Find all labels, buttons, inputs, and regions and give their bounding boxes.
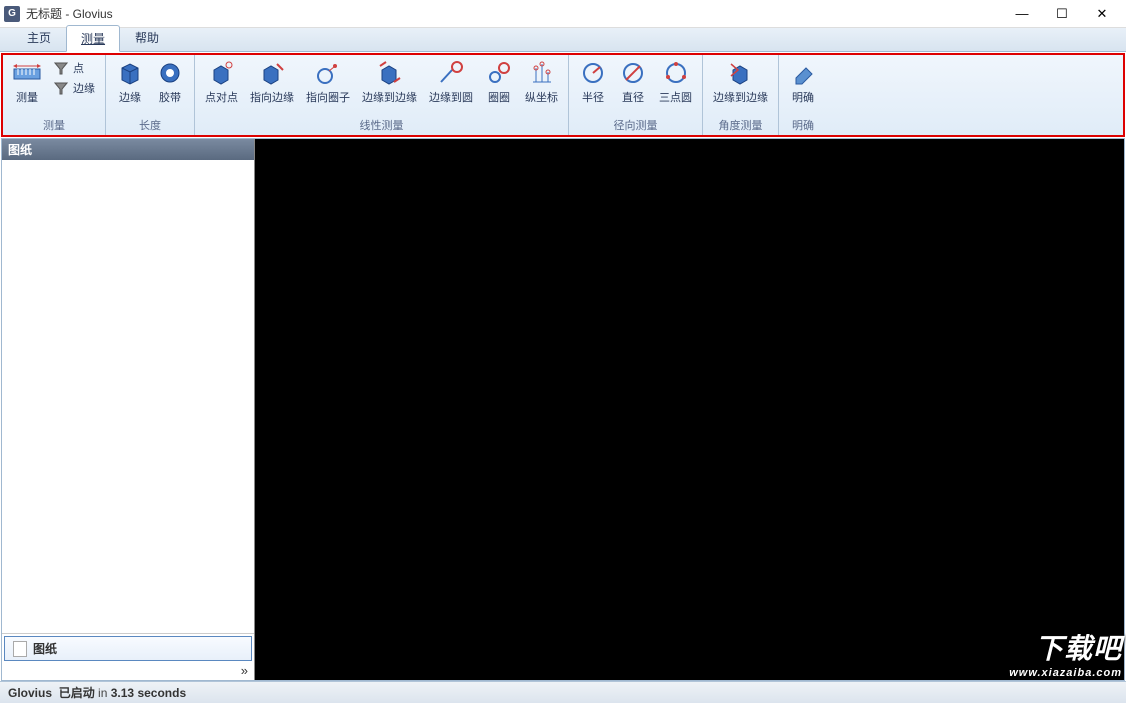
app-icon: G [4, 6, 20, 22]
ordinate-label: 纵坐标 [525, 89, 558, 105]
cube-icon [116, 59, 144, 87]
minimize-button[interactable]: — [1002, 2, 1042, 26]
viewport-3d[interactable] [255, 139, 1124, 680]
group-linear-label: 线性测量 [199, 116, 564, 135]
sidebar-tab-label: 图纸 [33, 640, 57, 657]
diameter-icon [619, 59, 647, 87]
ribbon: 测量 点 边缘 测量 边缘 胶带 [1, 53, 1125, 137]
group-angle: 边缘到边缘 角度测量 [703, 55, 779, 135]
group-radial: 半径 直径 三点圆 径向测量 [569, 55, 703, 135]
three-point-label: 三点圆 [659, 89, 692, 105]
to-circle-label: 指向圈子 [306, 89, 350, 105]
tape-button[interactable]: 胶带 [150, 57, 190, 107]
window-title: 无标题 - Glovius [26, 5, 1002, 22]
circle-button[interactable]: 圈圈 [479, 57, 519, 107]
radius-button[interactable]: 半径 [573, 57, 613, 107]
cube-angle-icon [727, 59, 755, 87]
tab-help[interactable]: 帮助 [120, 24, 174, 51]
group-measure: 测量 点 边缘 测量 [3, 55, 106, 135]
measure-label: 测量 [16, 89, 38, 105]
point-to-point-button[interactable]: 点对点 [199, 57, 244, 107]
cube-edge-icon [258, 59, 286, 87]
group-measure-label: 测量 [7, 116, 101, 135]
status-time: 3.13 [111, 686, 134, 700]
group-length: 边缘 胶带 长度 [106, 55, 195, 135]
statusbar: Glovius 已启动 in 3.13 seconds [0, 681, 1126, 703]
to-edge-label: 指向边缘 [250, 89, 294, 105]
funnel-icon [53, 80, 69, 96]
tab-home[interactable]: 主页 [12, 24, 66, 51]
point-label: 点 [73, 60, 84, 76]
ordinate-icon [528, 59, 556, 87]
ptp-label: 点对点 [205, 89, 238, 105]
status-seconds: seconds [137, 686, 186, 700]
sidebar-panel-title: 图纸 [2, 139, 254, 160]
group-angle-label: 角度测量 [707, 116, 774, 135]
edge-to-circle-label: 边缘到圆 [429, 89, 473, 105]
group-radial-label: 径向测量 [573, 116, 698, 135]
radius-label: 半径 [582, 89, 604, 105]
ruler-icon [13, 59, 41, 87]
clear-label: 明确 [792, 89, 814, 105]
cube-edge2-icon [376, 59, 404, 87]
sidebar: 图纸 图纸 » [2, 139, 255, 680]
cube-point-icon [208, 59, 236, 87]
edge-to-edge-label: 边缘到边缘 [362, 89, 417, 105]
edge-length-button[interactable]: 边缘 [110, 57, 150, 107]
target-icon [156, 59, 184, 87]
circle-label: 圈圈 [488, 89, 510, 105]
status-app: Glovius [8, 686, 52, 700]
ordinate-button[interactable]: 纵坐标 [519, 57, 564, 107]
close-button[interactable]: ✕ [1082, 2, 1122, 26]
document-icon [13, 641, 27, 657]
sidebar-panel-body [2, 160, 254, 634]
angle-edge-to-edge-button[interactable]: 边缘到边缘 [707, 57, 774, 107]
tab-measure[interactable]: 测量 [66, 25, 120, 52]
line-circle-icon [437, 59, 465, 87]
status-started: 已启动 [59, 684, 95, 701]
point-button[interactable]: 点 [49, 59, 99, 77]
angle-e2e-label: 边缘到边缘 [713, 89, 768, 105]
edge-filter-label: 边缘 [73, 80, 95, 96]
sidebar-tab-drawings[interactable]: 图纸 [4, 636, 252, 661]
tape-label: 胶带 [159, 89, 181, 105]
content-area: 图纸 图纸 » [1, 138, 1125, 681]
edge-to-edge-button[interactable]: 边缘到边缘 [356, 57, 423, 107]
to-circle-button[interactable]: 指向圈子 [300, 57, 356, 107]
radius-icon [579, 59, 607, 87]
status-in: in [98, 686, 107, 700]
funnel-icon [53, 60, 69, 76]
diameter-label: 直径 [622, 89, 644, 105]
eraser-icon [789, 59, 817, 87]
diameter-button[interactable]: 直径 [613, 57, 653, 107]
edge-length-label: 边缘 [119, 89, 141, 105]
group-clear: 明确 明确 [779, 55, 827, 135]
group-length-label: 长度 [110, 116, 190, 135]
circle-point-icon [314, 59, 342, 87]
ribbon-tabbar: 主页 测量 帮助 [0, 28, 1126, 52]
three-point-circle-button[interactable]: 三点圆 [653, 57, 698, 107]
to-edge-button[interactable]: 指向边缘 [244, 57, 300, 107]
clear-button[interactable]: 明确 [783, 57, 823, 107]
group-clear-label: 明确 [783, 116, 823, 135]
group-linear: 点对点 指向边缘 指向圈子 边缘到边缘 边缘到圆 圈圈 [195, 55, 569, 135]
sidebar-toggle[interactable]: » [2, 663, 254, 680]
maximize-button[interactable]: ☐ [1042, 2, 1082, 26]
edge-filter-button[interactable]: 边缘 [49, 79, 99, 97]
two-circles-icon [485, 59, 513, 87]
edge-to-circle-button[interactable]: 边缘到圆 [423, 57, 479, 107]
measure-button[interactable]: 测量 [7, 57, 47, 107]
three-point-icon [662, 59, 690, 87]
